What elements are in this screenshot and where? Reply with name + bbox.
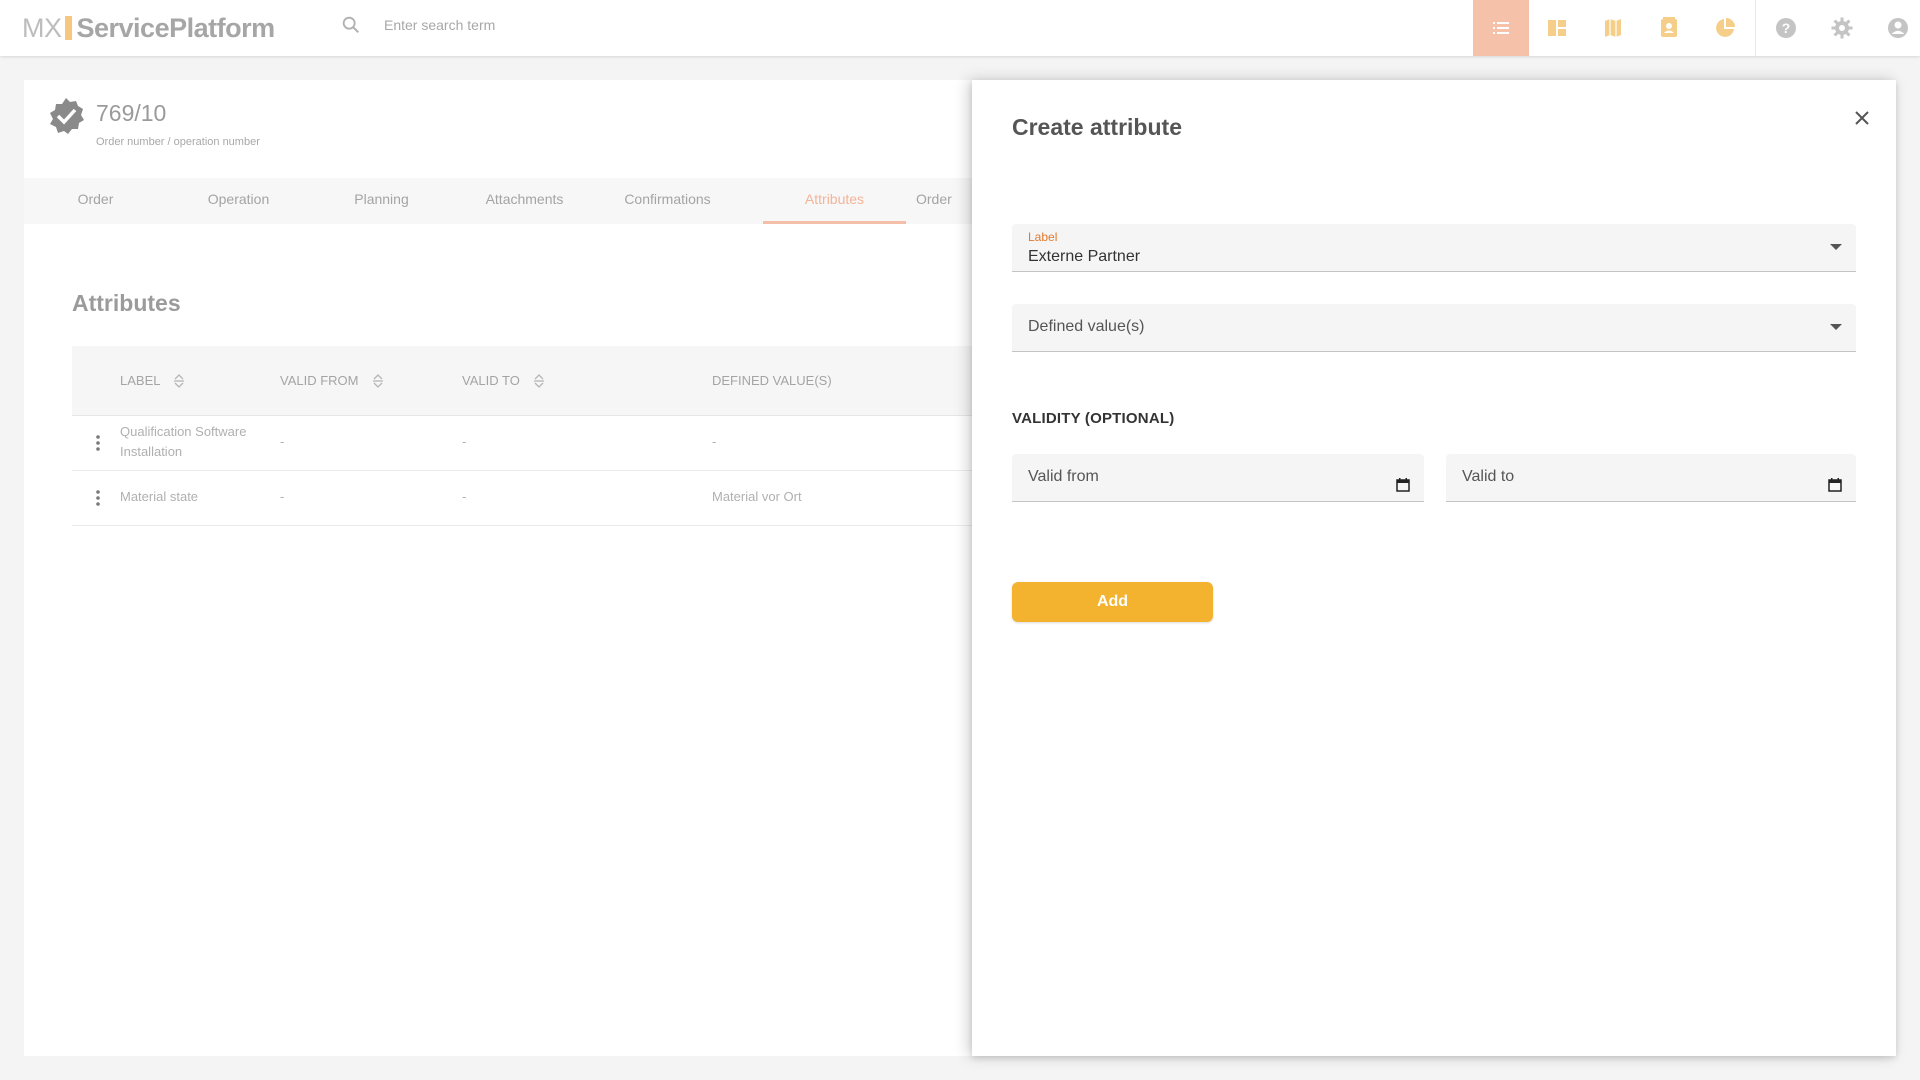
column-header-label[interactable]: LABEL bbox=[120, 346, 186, 416]
attributes-table-header: LABEL VALID FROM VALID TO DEFINED VALUE(… bbox=[72, 346, 1024, 416]
order-detail-card: 769/10 Order number / operation number O… bbox=[24, 80, 1024, 1056]
section-title: Attributes bbox=[72, 290, 181, 316]
tab-attributes[interactable]: Attributes bbox=[763, 178, 906, 224]
search-box[interactable]: Enter search term bbox=[340, 14, 495, 36]
nav-account-button[interactable] bbox=[1870, 0, 1920, 56]
tab-bar: Order Operation Planning Attachments Con… bbox=[24, 178, 1024, 224]
search-icon bbox=[342, 16, 360, 34]
close-icon[interactable] bbox=[1850, 106, 1874, 130]
cell-valid-from: - bbox=[280, 489, 285, 504]
dashboard-icon bbox=[1548, 20, 1566, 36]
label-select[interactable]: Label Externe Partner bbox=[1012, 224, 1856, 272]
nav-contacts-button[interactable] bbox=[1641, 0, 1697, 56]
table-row[interactable]: Qualification Software Installation - - … bbox=[72, 416, 1024, 471]
gear-icon bbox=[1831, 17, 1853, 39]
chevron-down-icon bbox=[1830, 244, 1842, 250]
valid-to-field[interactable]: Valid to bbox=[1446, 454, 1856, 502]
column-header-valid-from[interactable]: VALID FROM bbox=[280, 346, 385, 416]
cell-valid-to: - bbox=[462, 434, 467, 449]
add-button[interactable]: Add bbox=[1012, 582, 1213, 622]
more-vert-icon[interactable] bbox=[96, 434, 100, 452]
app-logo[interactable]: MX ServicePlatform bbox=[22, 12, 275, 44]
dialog-title: Create attribute bbox=[1012, 114, 1182, 140]
sort-icon bbox=[174, 374, 185, 388]
tab-planning[interactable]: Planning bbox=[310, 178, 453, 224]
cell-valid-to: - bbox=[462, 489, 467, 504]
calendar-icon[interactable] bbox=[1396, 478, 1410, 492]
label-field-label: Label bbox=[1028, 230, 1058, 244]
valid-from-placeholder: Valid from bbox=[1028, 468, 1099, 485]
tab-confirmations[interactable]: Confirmations bbox=[596, 178, 739, 224]
nav-help-button[interactable]: ? bbox=[1758, 0, 1814, 56]
valid-to-placeholder: Valid to bbox=[1462, 468, 1515, 485]
sort-icon bbox=[533, 374, 544, 388]
table-row[interactable]: Material state - - Material vor Ort bbox=[72, 471, 1024, 526]
verified-badge-icon bbox=[50, 98, 84, 134]
chevron-down-icon bbox=[1830, 324, 1842, 330]
tab-operation[interactable]: Operation bbox=[167, 178, 310, 224]
nav-map-button[interactable] bbox=[1585, 0, 1641, 56]
nav-separator bbox=[1755, 0, 1756, 56]
map-icon bbox=[1605, 19, 1621, 37]
account-icon bbox=[1888, 18, 1908, 38]
order-number: 769/10 bbox=[96, 100, 167, 126]
validity-heading: VALIDITY (OPTIONAL) bbox=[1012, 410, 1175, 427]
nav-list-button[interactable] bbox=[1473, 0, 1529, 56]
logo-divider bbox=[64, 16, 72, 40]
main-nav: ? bbox=[1437, 0, 1920, 56]
logo-name: ServicePlatform bbox=[76, 12, 276, 43]
tab-attachments[interactable]: Attachments bbox=[453, 178, 596, 224]
order-subtitle: Order number / operation number bbox=[96, 136, 260, 148]
create-attribute-dialog: Create attribute Label Externe Partner D… bbox=[972, 80, 1896, 1056]
sort-icon bbox=[372, 374, 383, 388]
tab-order-more[interactable]: Order bbox=[906, 178, 976, 224]
valid-from-field[interactable]: Valid from bbox=[1012, 454, 1424, 502]
defined-values-placeholder: Defined value(s) bbox=[1028, 318, 1145, 335]
column-header-defined-values: DEFINED VALUE(S) bbox=[712, 373, 832, 388]
nav-dashboard-button[interactable] bbox=[1529, 0, 1585, 56]
list-icon bbox=[1493, 22, 1509, 34]
nav-reports-button[interactable] bbox=[1697, 0, 1753, 56]
tab-order[interactable]: Order bbox=[24, 178, 167, 224]
pie-chart-icon bbox=[1716, 18, 1735, 37]
cell-defined-values: Material vor Ort bbox=[712, 489, 802, 504]
more-vert-icon[interactable] bbox=[96, 489, 100, 507]
nav-settings-button[interactable] bbox=[1814, 0, 1870, 56]
logo-prefix: MX bbox=[22, 12, 62, 43]
cell-valid-from: - bbox=[280, 434, 285, 449]
help-icon: ? bbox=[1776, 18, 1796, 38]
calendar-icon[interactable] bbox=[1828, 478, 1842, 492]
cell-label: Qualification Software Installation bbox=[120, 424, 247, 459]
cell-defined-values: - bbox=[712, 434, 717, 449]
defined-values-select[interactable]: Defined value(s) bbox=[1012, 304, 1856, 352]
svg-text:?: ? bbox=[1782, 20, 1791, 36]
cell-label: Material state bbox=[120, 489, 199, 504]
search-input[interactable]: Enter search term bbox=[384, 17, 495, 33]
contacts-icon bbox=[1661, 17, 1677, 37]
label-field-value: Externe Partner bbox=[1028, 248, 1141, 265]
top-bar: MX ServicePlatform Enter search term ? bbox=[0, 0, 1920, 56]
column-header-valid-to[interactable]: VALID TO bbox=[462, 346, 546, 416]
